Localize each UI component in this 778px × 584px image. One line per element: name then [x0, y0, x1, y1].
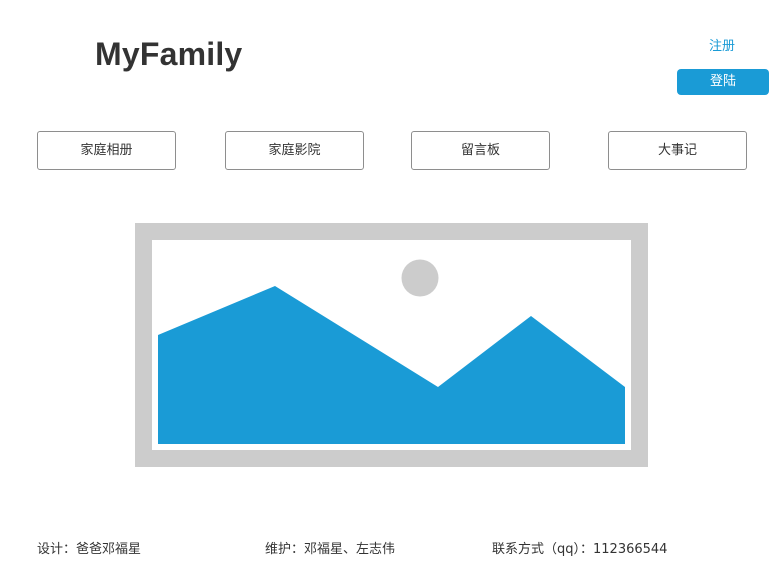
image-placeholder-icon — [135, 223, 648, 467]
login-button[interactable]: 登陆 — [677, 69, 769, 95]
site-title: MyFamily — [95, 36, 243, 72]
footer-maintainer-credit: 维护：邓福星、左志伟 — [265, 542, 396, 557]
nav-family-album-button[interactable]: 家庭相册 — [37, 131, 176, 170]
nav-major-events-button[interactable]: 大事记 — [608, 131, 747, 170]
nav-family-theater-button[interactable]: 家庭影院 — [225, 131, 364, 170]
footer-contact-info: 联系方式（qq）：112366544 — [492, 542, 668, 557]
sun-icon — [401, 259, 439, 297]
register-link[interactable]: 注册 — [709, 38, 735, 56]
nav-message-board-button[interactable]: 留言板 — [411, 131, 550, 170]
hero-image — [135, 223, 648, 467]
footer-design-credit: 设计：爸爸邓福星 — [37, 542, 142, 557]
